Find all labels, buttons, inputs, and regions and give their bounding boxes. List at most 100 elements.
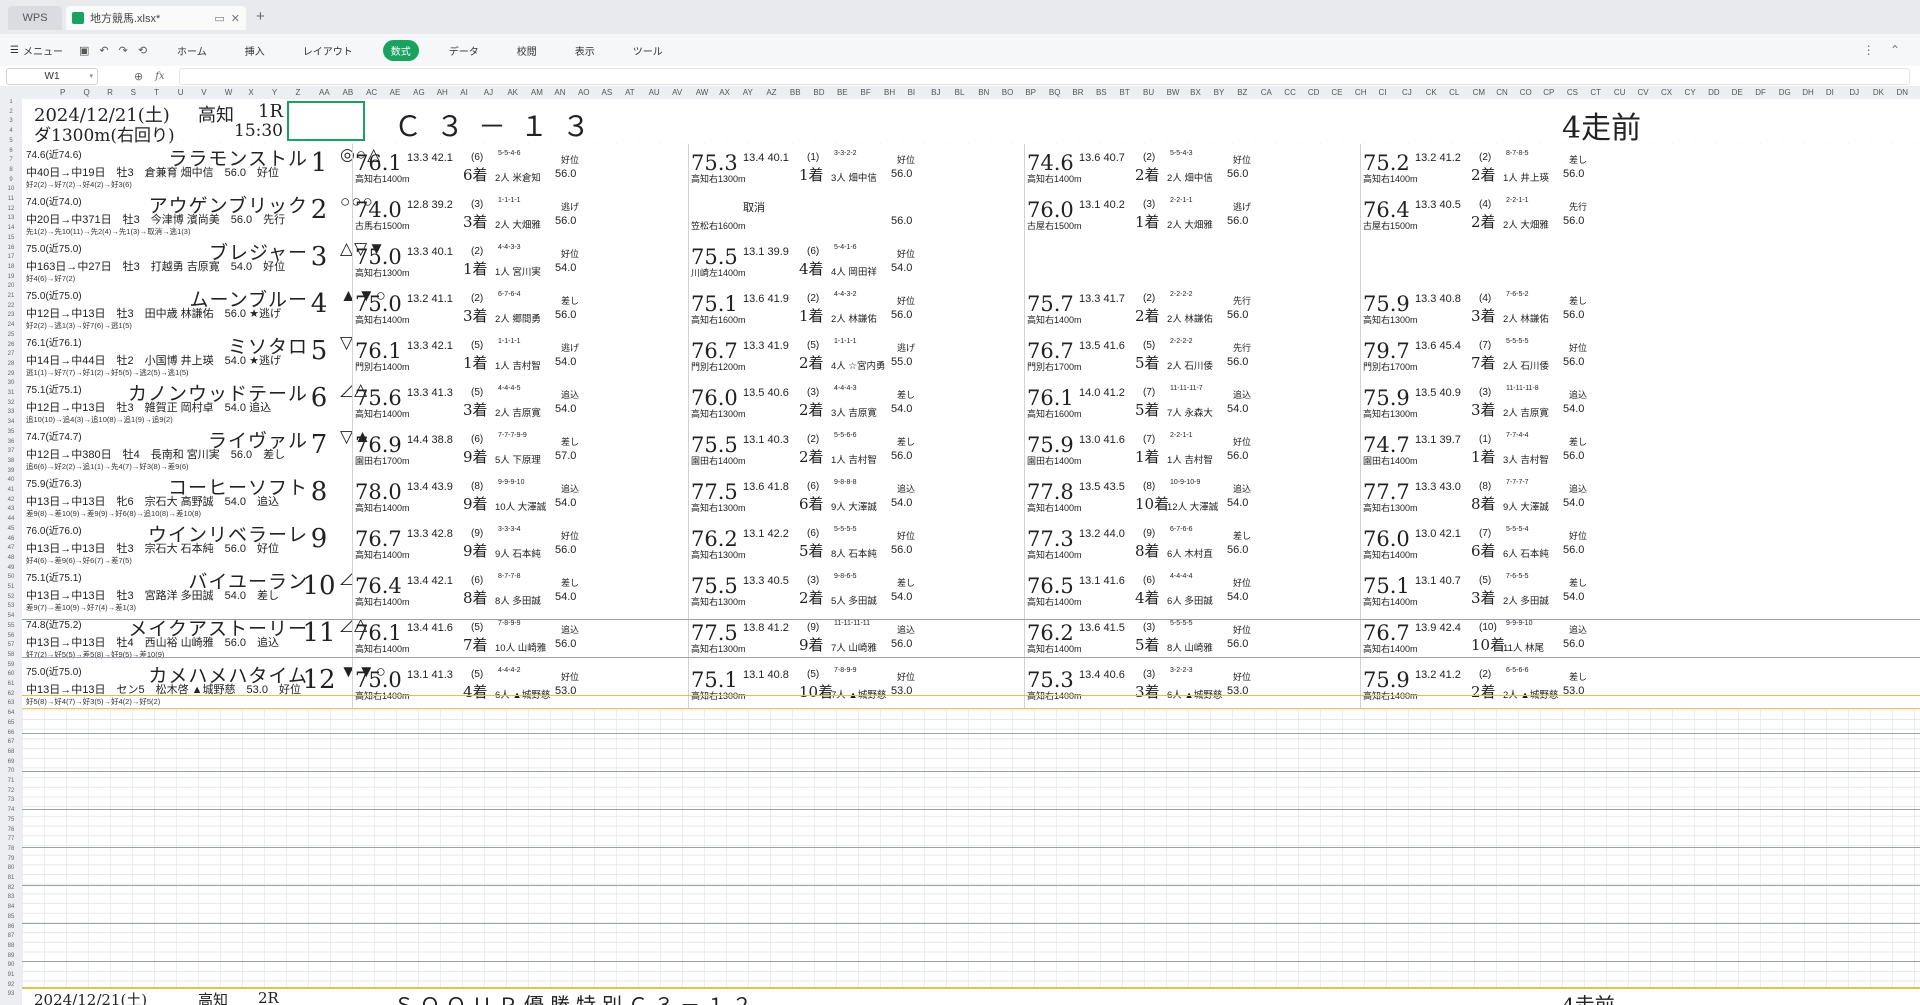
column-header[interactable]: CV	[1637, 86, 1648, 99]
column-header[interactable]: R	[107, 86, 113, 99]
column-header[interactable]: BE	[837, 86, 848, 99]
row-header[interactable]: 11	[0, 196, 22, 202]
row-header[interactable]: 72	[0, 788, 22, 794]
column-header[interactable]: BP	[1025, 86, 1036, 99]
row-header[interactable]: 34	[0, 419, 22, 425]
selected-cell[interactable]	[287, 101, 365, 141]
row-header[interactable]: 71	[0, 778, 22, 784]
column-header[interactable]: CD	[1308, 86, 1320, 99]
column-header[interactable]: DG	[1779, 86, 1791, 99]
column-header[interactable]: V	[201, 86, 206, 99]
row-header[interactable]: 68	[0, 749, 22, 755]
column-header[interactable]: BY	[1214, 86, 1225, 99]
row-header[interactable]: 31	[0, 390, 22, 396]
column-header[interactable]: CM	[1473, 86, 1485, 99]
wps-home-tab[interactable]: WPS	[8, 6, 62, 30]
row-header[interactable]: 67	[0, 739, 22, 745]
column-header[interactable]: AN	[554, 86, 565, 99]
column-header[interactable]: AY	[743, 86, 753, 99]
repeat-icon[interactable]: ⟲	[138, 44, 147, 57]
column-header[interactable]: AJ	[484, 86, 493, 99]
close-tab-icon[interactable]: ✕	[231, 12, 240, 25]
row-header[interactable]: 20	[0, 283, 22, 289]
name-box[interactable]: W1 ▾	[6, 67, 98, 85]
row-header[interactable]: 35	[0, 429, 22, 435]
column-header[interactable]: CL	[1449, 86, 1459, 99]
row-header[interactable]: 4	[0, 128, 22, 134]
column-header[interactable]: AW	[696, 86, 709, 99]
row-header[interactable]: 13	[0, 215, 22, 221]
tab-data[interactable]: データ	[441, 40, 487, 61]
column-header[interactable]: CJ	[1402, 86, 1412, 99]
row-header[interactable]: 93	[0, 991, 22, 997]
column-header[interactable]: W	[225, 86, 233, 99]
column-header[interactable]: BF	[861, 86, 871, 99]
column-header[interactable]: DE	[1732, 86, 1743, 99]
column-header[interactable]: AI	[460, 86, 468, 99]
column-header[interactable]: S	[131, 86, 136, 99]
column-header[interactable]: AS	[602, 86, 613, 99]
row-header[interactable]: 82	[0, 885, 22, 891]
column-header[interactable]: BB	[790, 86, 801, 99]
save-icon[interactable]: ▣	[79, 44, 89, 57]
column-header[interactable]: DI	[1826, 86, 1834, 99]
column-header[interactable]: AX	[719, 86, 730, 99]
row-header[interactable]: 65	[0, 720, 22, 726]
row-header[interactable]: 58	[0, 652, 22, 658]
row-header[interactable]: 69	[0, 759, 22, 765]
zoom-icon[interactable]: ⊕	[134, 70, 143, 83]
column-header[interactable]: BI	[908, 86, 916, 99]
column-header[interactable]: CT	[1590, 86, 1601, 99]
column-header[interactable]: BJ	[931, 86, 940, 99]
row-header[interactable]: 12	[0, 206, 22, 212]
row-header[interactable]: 23	[0, 312, 22, 318]
column-header[interactable]: BU	[1143, 86, 1154, 99]
row-header[interactable]: 27	[0, 351, 22, 357]
row-header[interactable]: 9	[0, 177, 22, 183]
row-header[interactable]: 70	[0, 768, 22, 774]
column-header[interactable]: AE	[390, 86, 401, 99]
row-header[interactable]: 44	[0, 516, 22, 522]
row-header[interactable]: 17	[0, 254, 22, 260]
row-header[interactable]: 88	[0, 943, 22, 949]
row-header[interactable]: 91	[0, 972, 22, 978]
row-header[interactable]: 3	[0, 118, 22, 124]
file-tab[interactable]: 地方競馬.xlsx* ▭ ✕	[66, 6, 246, 30]
column-header[interactable]: T	[154, 86, 159, 99]
column-header[interactable]: AG	[413, 86, 425, 99]
row-header[interactable]: 87	[0, 933, 22, 939]
tab-layout[interactable]: レイアウト	[295, 40, 361, 61]
row-header[interactable]: 33	[0, 409, 22, 415]
row-header[interactable]: 60	[0, 671, 22, 677]
row-header[interactable]: 85	[0, 914, 22, 920]
row-header[interactable]: 63	[0, 700, 22, 706]
column-header[interactable]: Y	[272, 86, 277, 99]
column-header[interactable]: DJ	[1849, 86, 1859, 99]
column-header[interactable]: CX	[1661, 86, 1672, 99]
column-header[interactable]: CI	[1378, 86, 1386, 99]
tab-home[interactable]: ホーム	[169, 40, 215, 61]
row-header[interactable]: 55	[0, 623, 22, 629]
row-header[interactable]: 19	[0, 274, 22, 280]
column-header[interactable]: AU	[649, 86, 660, 99]
redo-icon[interactable]: ↷	[119, 44, 128, 57]
row-header[interactable]: 10	[0, 186, 22, 192]
column-header[interactable]: BO	[1002, 86, 1014, 99]
row-header[interactable]: 75	[0, 817, 22, 823]
row-header[interactable]: 41	[0, 487, 22, 493]
column-header[interactable]: AZ	[766, 86, 776, 99]
column-header[interactable]: DN	[1896, 86, 1908, 99]
row-header[interactable]: 42	[0, 497, 22, 503]
row-header[interactable]: 73	[0, 797, 22, 803]
tab-tools[interactable]: ツール	[625, 40, 671, 61]
tab-review[interactable]: 校閲	[509, 40, 545, 61]
row-header[interactable]: 1	[0, 99, 22, 105]
tab-insert[interactable]: 挿入	[237, 40, 273, 61]
row-header[interactable]: 14	[0, 225, 22, 231]
row-header[interactable]: 47	[0, 545, 22, 551]
row-header[interactable]: 15	[0, 235, 22, 241]
row-header[interactable]: 5	[0, 138, 22, 144]
row-header[interactable]: 90	[0, 962, 22, 968]
column-header[interactable]: BD	[813, 86, 824, 99]
menu-button[interactable]: ☰ メニュー	[10, 43, 63, 58]
